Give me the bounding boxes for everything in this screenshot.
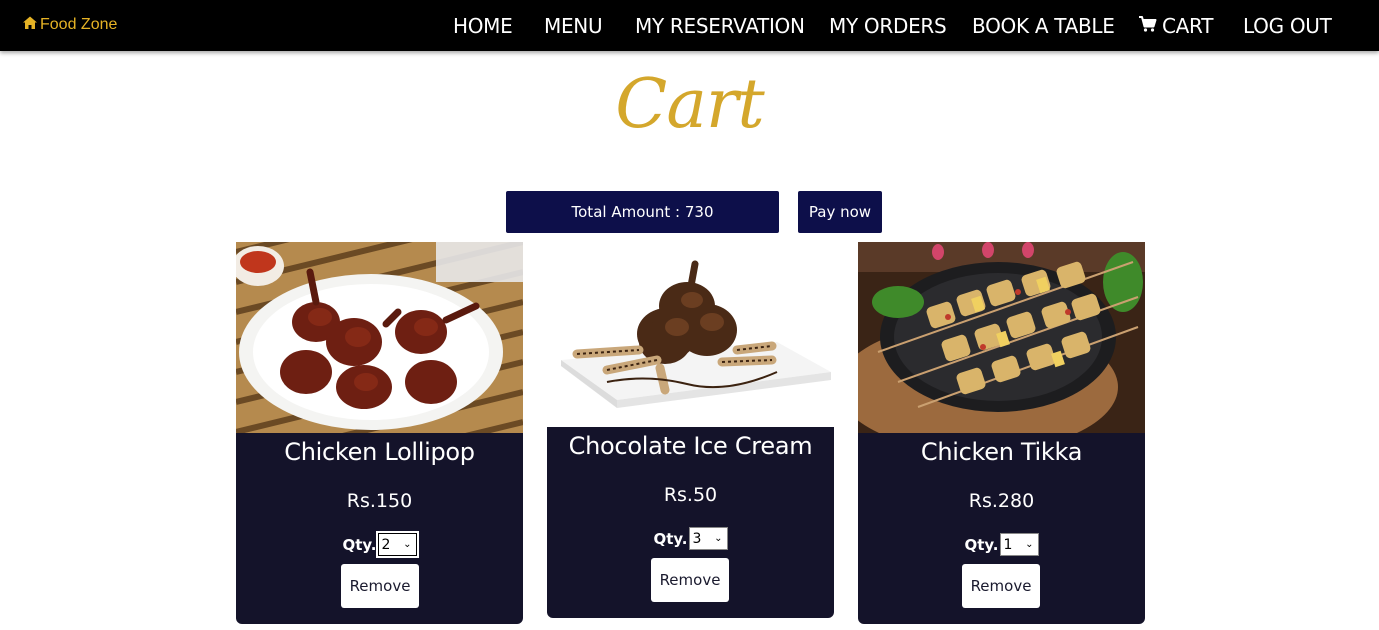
quantity-select[interactable]: 2 ⌄ [375, 531, 419, 558]
remove-button[interactable]: Remove [962, 564, 1040, 608]
chicken-tikka-image [858, 242, 1145, 433]
page-title: Cart [615, 65, 764, 144]
chevron-down-icon: ⌄ [403, 539, 412, 550]
total-amount: Total Amount : 730 [506, 191, 779, 233]
item-price: Rs.150 [346, 490, 413, 512]
qty-label: Qty. [342, 535, 377, 554]
nav-log-out[interactable]: LOG OUT [1243, 13, 1332, 39]
qty-label: Qty. [653, 529, 688, 548]
chevron-down-icon: ⌄ [714, 533, 723, 544]
nav-book-a-table[interactable]: BOOK A TABLE [972, 13, 1115, 39]
cart-item-card: Chicken Tikka Rs.280 Qty. 1 ⌄ Remove [858, 242, 1145, 624]
cart-item-card: Chicken Lollipop Rs.150 Qty. 2 ⌄ Remove [236, 242, 523, 624]
nav-cart[interactable]: CART [1138, 13, 1213, 39]
cart-item-card: Chocolate Ice Cream Rs.50 Qty. 3 ⌄ Remov… [547, 242, 834, 618]
quantity-value: 3 [692, 530, 702, 547]
qty-row: Qty. 1 ⌄ [858, 533, 1145, 556]
remove-button[interactable]: Remove [651, 558, 729, 602]
item-name: Chicken Lollipop [284, 438, 475, 466]
navbar: Food Zone HOME MENU MY RESERVATION MY OR… [0, 0, 1379, 51]
qty-row: Qty. 2 ⌄ [236, 531, 523, 558]
item-price: Rs.50 [663, 484, 718, 506]
quantity-select[interactable]: 3 ⌄ [688, 527, 728, 550]
nav-cart-label: CART [1162, 14, 1214, 38]
qty-row: Qty. 3 ⌄ [547, 527, 834, 550]
quantity-value: 2 [381, 536, 391, 553]
nav-home[interactable]: HOME [453, 13, 513, 39]
item-price: Rs.280 [968, 490, 1035, 512]
brand-link[interactable]: Food Zone [22, 14, 117, 36]
nav-my-reservation[interactable]: MY RESERVATION [635, 13, 805, 39]
brand-name: Food Zone [40, 16, 118, 33]
chocolate-ice-cream-image [547, 242, 834, 427]
chevron-down-icon: ⌄ [1025, 539, 1034, 550]
cart-icon [1138, 12, 1158, 40]
pay-now-button[interactable]: Pay now [798, 191, 882, 233]
item-name: Chocolate Ice Cream [568, 432, 813, 460]
nav-menu[interactable]: MENU [544, 13, 603, 39]
qty-label: Qty. [964, 535, 999, 554]
nav-my-orders[interactable]: MY ORDERS [829, 13, 947, 39]
remove-button[interactable]: Remove [341, 564, 419, 608]
home-icon [22, 15, 38, 36]
quantity-select[interactable]: 1 ⌄ [999, 533, 1039, 556]
quantity-value: 1 [1003, 536, 1013, 553]
item-name: Chicken Tikka [920, 438, 1083, 466]
chicken-lollipop-image [236, 242, 523, 433]
